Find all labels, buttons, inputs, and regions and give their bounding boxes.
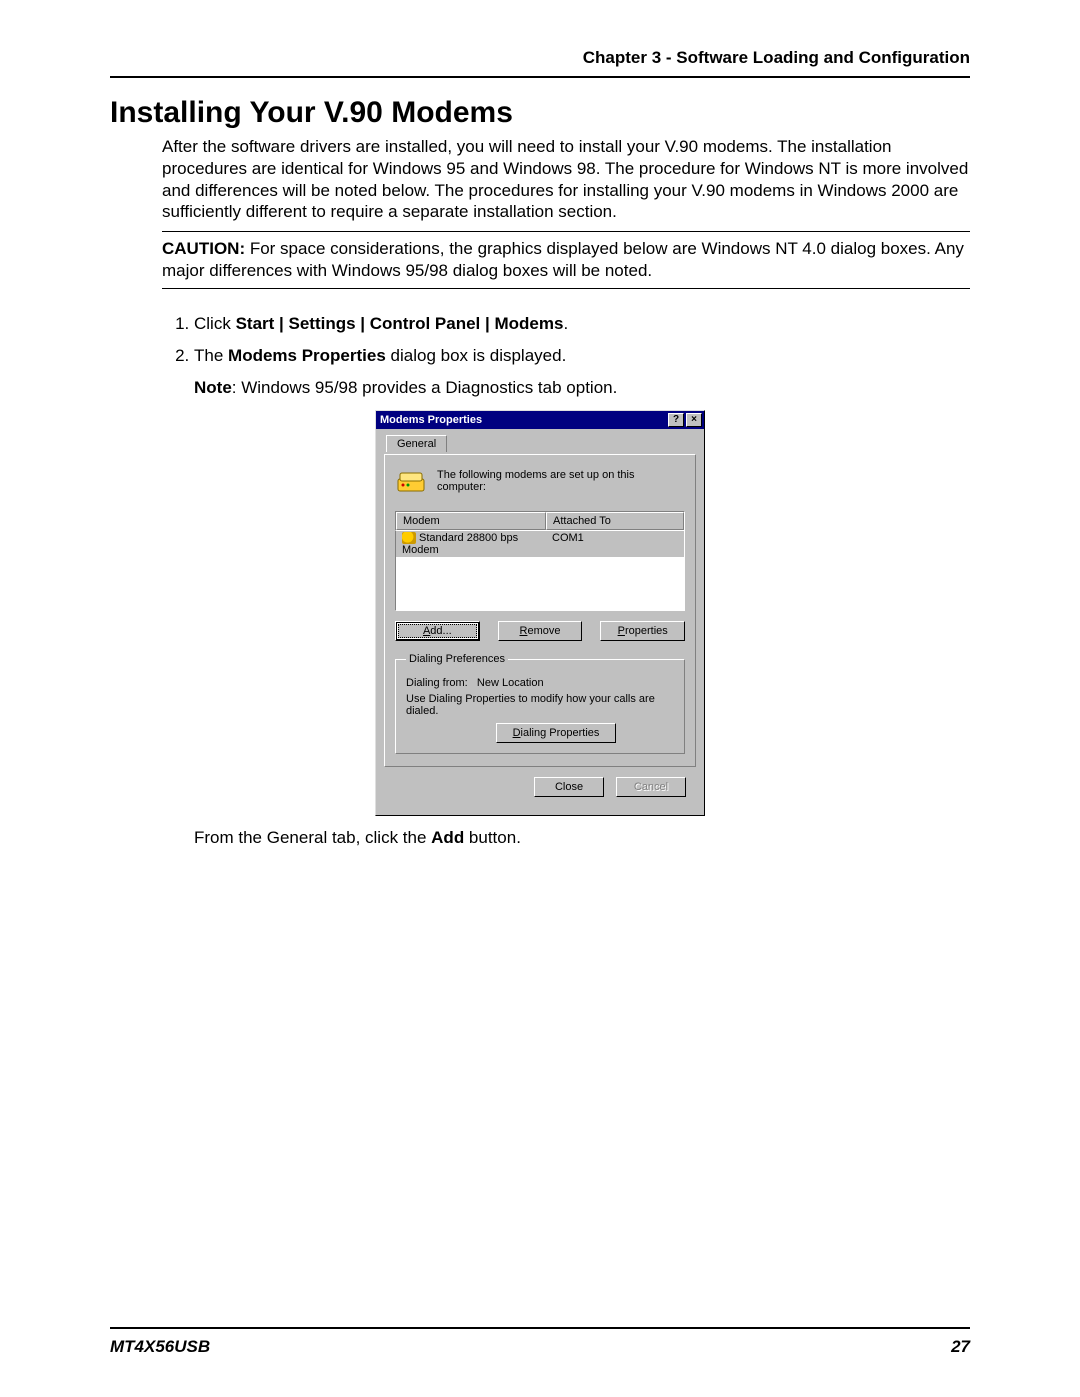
dialog-titlebar: Modems Properties ? × [376,411,704,429]
dialog-title: Modems Properties [380,414,666,426]
close-button[interactable]: × [686,413,702,427]
help-button[interactable]: ? [668,413,684,427]
modems-properties-dialog: Modems Properties ? × General [375,410,705,816]
section-title: Installing Your V.90 Modems [110,96,970,130]
close-dialog-button[interactable]: Close [534,777,604,797]
tab-panel-general: The following modems are set up on this … [384,454,696,767]
dialing-preferences-group: Dialing Preferences Dialing from: New Lo… [395,653,685,754]
remove-button[interactable]: Remove [498,621,583,641]
add-button[interactable]: Add... [395,621,480,641]
modem-list-header: Modem Attached To [395,511,685,531]
col-attached-to[interactable]: Attached To [546,512,684,530]
step-list: Click Start | Settings | Control Panel |… [162,313,970,369]
dialing-from-value: New Location [477,677,544,689]
step-2: The Modems Properties dialog box is disp… [194,345,970,368]
col-modem[interactable]: Modem [396,512,546,530]
prefs-hint: Use Dialing Properties to modify how you… [406,693,674,717]
tab-general[interactable]: General [386,435,447,452]
modem-small-icon [402,532,416,544]
modem-icon [395,465,427,497]
footer-page-number: 27 [951,1337,970,1357]
prefs-legend: Dialing Preferences [406,653,508,665]
dialing-properties-button[interactable]: Dialing Properties [496,723,616,743]
step-1: Click Start | Settings | Control Panel |… [194,313,970,336]
intro-paragraph: After the software drivers are installed… [110,136,970,223]
modem-listbox[interactable]: Standard 28800 bps Modem COM1 [395,531,685,611]
dialing-from-label: Dialing from: [406,677,468,689]
list-item[interactable]: Standard 28800 bps Modem COM1 [396,531,684,557]
note-line: Note: Windows 95/98 provides a Diagnosti… [194,378,970,398]
caution-text: For space considerations, the graphics d… [162,239,964,280]
caution-block: CAUTION: For space considerations, the g… [162,231,970,289]
page-footer: MT4X56USB 27 [110,1327,970,1357]
footer-doc-id: MT4X56USB [110,1337,210,1357]
properties-button[interactable]: Properties [600,621,685,641]
after-figure-text: From the General tab, click the Add butt… [194,828,970,848]
chapter-header: Chapter 3 - Software Loading and Configu… [110,48,970,78]
caution-label: CAUTION: [162,239,245,258]
dialog-info-text: The following modems are set up on this … [437,469,685,493]
cancel-button: Cancel [616,777,686,797]
